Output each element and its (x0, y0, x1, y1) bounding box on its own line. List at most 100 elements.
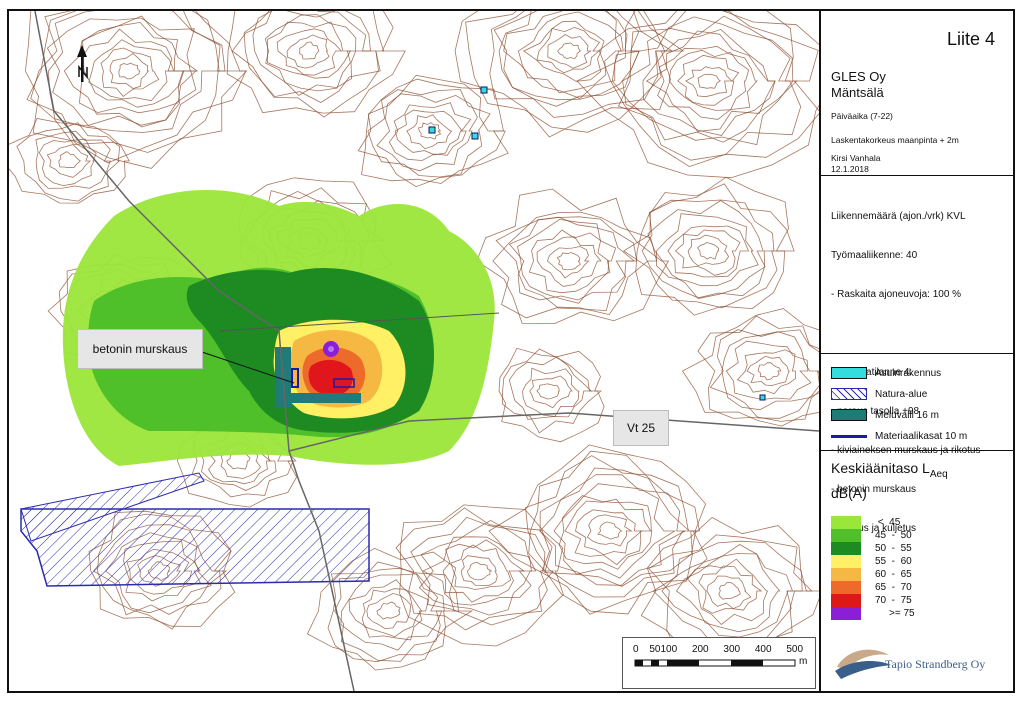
callout-road-vt25: Vt 25 (613, 410, 669, 446)
legend-item-barrier: Meluvalli 16 m (831, 408, 939, 422)
company-block: GLES Oy Mäntsälä (831, 69, 886, 101)
contour-line (299, 41, 320, 60)
contour-line (687, 234, 730, 267)
level-label: 50 - 55 (875, 543, 912, 554)
contour-line (667, 225, 750, 278)
contour-line (498, 11, 640, 107)
level-label: < 45 (875, 517, 901, 528)
barrier-swatch (831, 409, 867, 421)
company-logo: Tapio Strandberg Oy (833, 641, 1011, 685)
legend-label: Asuinrakennus (875, 367, 942, 379)
level-swatch (831, 529, 861, 542)
contour-line (746, 355, 790, 386)
contour-line (522, 367, 580, 417)
contour-line (508, 216, 636, 301)
contour-line (575, 509, 643, 556)
calc-height-text: Laskentakorkeus maanpinta + 2m (831, 135, 959, 145)
contour-line (523, 20, 605, 82)
noise-barrier-bottom (291, 393, 361, 403)
contour-line (757, 362, 782, 381)
contour-line (668, 49, 750, 111)
scale-bar: 0 50100 200 300 400 500 m (622, 637, 816, 689)
location-name: Mäntsälä (831, 85, 884, 100)
noise-level-row: 50 - 55 (831, 542, 935, 555)
author-name: Kirsi Vanhala (831, 153, 881, 163)
level-swatch (831, 555, 861, 568)
contour-line (725, 340, 812, 400)
level-label: 45 - 50 (875, 530, 912, 541)
level-swatch (831, 542, 861, 555)
contour-line (450, 544, 512, 590)
contour-line (488, 444, 707, 615)
legend-item-residence: Asuinrakennus (831, 366, 941, 380)
natura-swatch (831, 388, 867, 400)
noise-level-row: >= 75 (831, 607, 949, 620)
contour-line (46, 17, 197, 126)
contour-line (536, 26, 601, 74)
contour-line (476, 188, 670, 325)
company-name: GLES Oy (831, 69, 886, 84)
north-arrow-icon (77, 45, 88, 82)
legend-label: Meluvalli 16 m (875, 409, 939, 421)
residence-marker (759, 394, 766, 401)
contour-line (16, 122, 121, 202)
level-swatch (831, 581, 861, 594)
contour-line (558, 495, 653, 570)
contour-line (652, 540, 803, 649)
contour-line (286, 34, 330, 69)
contour-line (622, 183, 795, 309)
contour-line (366, 592, 412, 630)
contour-line (529, 375, 573, 409)
logo-mark-icon (835, 649, 891, 679)
contour-line (697, 73, 722, 89)
logo-text: Tapio Strandberg Oy (885, 657, 986, 671)
contour-line (498, 347, 605, 443)
contour-line (687, 558, 769, 626)
contour-line (547, 34, 592, 69)
contour-line (586, 514, 633, 547)
contour-line (706, 575, 752, 610)
legend-item-piles: Materiaalikasat 10 m (831, 429, 967, 443)
legend-label: Materiaalikasat 10 m (875, 430, 968, 442)
residence-marker (480, 86, 488, 94)
info-line: Liikennemäärä (ajon./vrk) KVL (831, 211, 966, 222)
noise-level-row: 65 - 70 (831, 581, 935, 594)
legend-panel: Liite 4 GLES Oy Mäntsälä Päiväaika (7-22… (819, 11, 1013, 691)
contour-line (536, 383, 560, 400)
contour-line (26, 11, 247, 164)
author-block: Kirsi Vanhala 12.1.2018 (831, 153, 880, 175)
legend-item-natura: Natura-alue (831, 387, 927, 401)
piles-swatch (831, 434, 867, 438)
contour-line (348, 579, 430, 641)
noise-title: Keskiäänitaso L (831, 460, 930, 476)
contour-line (597, 521, 623, 540)
contour-line (252, 11, 371, 96)
map-date: 12.1.2018 (831, 164, 869, 174)
contour-line (118, 62, 141, 80)
contour-line (674, 229, 741, 276)
residence-swatch (831, 367, 867, 379)
contour-line (467, 561, 493, 581)
period-text: Päiväaika (7-22) (831, 111, 893, 121)
level-swatch (831, 568, 861, 581)
callout-concrete-text: betonin murskaus (92, 342, 188, 356)
noise-unit: dB(A) (831, 484, 867, 501)
contour-line (327, 567, 459, 663)
noise-map[interactable]: betonin murskaus Vt 25 0 50100 200 300 4… (9, 11, 819, 691)
info-line: Työmaaliikenne: 40 (831, 250, 918, 261)
contour-line (546, 246, 590, 279)
contour-line (24, 11, 248, 169)
contour-line (376, 601, 401, 620)
noise-title-sub: Aeq (929, 468, 948, 480)
callout-concrete-crushing: betonin murskaus (77, 329, 203, 369)
contour-line (536, 236, 602, 287)
level-label: >= 75 (889, 608, 915, 619)
contour-line (564, 498, 652, 566)
level-label: 70 - 75 (875, 595, 912, 606)
level-label: 60 - 65 (875, 569, 912, 580)
contour-line (557, 42, 582, 60)
title-block: Liite 4 GLES Oy Mäntsälä Päiväaika (7-22… (821, 11, 1013, 176)
contour-line (399, 504, 564, 647)
contour-line (641, 199, 775, 299)
scale-bar-graphic (634, 659, 796, 667)
